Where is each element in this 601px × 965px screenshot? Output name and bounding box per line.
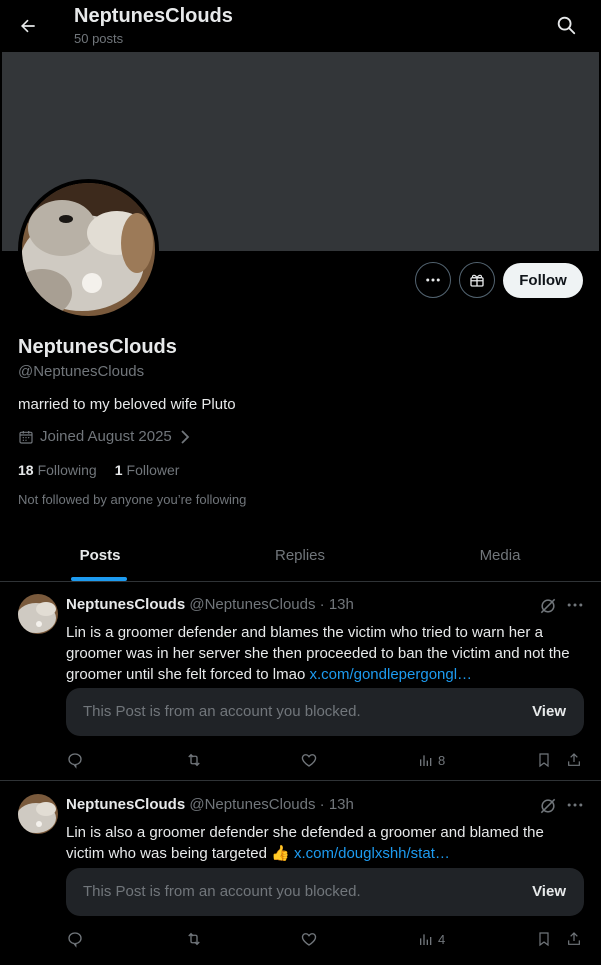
share-icon[interactable] xyxy=(566,929,582,949)
views-stat[interactable]: 4 xyxy=(418,929,445,949)
header-title: NeptunesClouds xyxy=(74,5,233,27)
following-link[interactable]: 18 Following xyxy=(18,462,97,478)
post-actions: 8 xyxy=(66,750,586,770)
profile-bio: married to my beloved wife Pluto xyxy=(18,396,236,413)
back-arrow-icon[interactable] xyxy=(14,12,42,40)
reply-icon[interactable] xyxy=(66,750,84,770)
grok-icon[interactable] xyxy=(538,796,558,816)
like-icon[interactable] xyxy=(300,929,318,949)
repost-icon[interactable] xyxy=(184,750,204,770)
blocked-notice: This Post is from an account you blocked… xyxy=(83,883,361,900)
view-button[interactable]: View xyxy=(532,883,566,900)
tab-media[interactable]: Media xyxy=(400,530,600,581)
post-item[interactable]: NeptunesClouds @NeptunesClouds · 13h Lin… xyxy=(0,582,601,781)
blocked-quote: This Post is from an account you blocked… xyxy=(66,868,584,916)
views-stat[interactable]: 8 xyxy=(418,750,445,770)
post-more-icon[interactable] xyxy=(565,595,585,615)
reply-icon[interactable] xyxy=(66,929,84,949)
bookmark-icon[interactable] xyxy=(536,929,552,949)
subscribe-gift-icon xyxy=(470,274,484,287)
repost-icon[interactable] xyxy=(184,929,204,949)
avatar-photo xyxy=(22,183,155,316)
post-text: Lin is also a groomer defender she defen… xyxy=(66,824,544,862)
view-button[interactable]: View xyxy=(532,703,566,720)
header-post-count: 50 posts xyxy=(74,31,124,46)
calendar-icon xyxy=(19,430,33,444)
active-tab-indicator xyxy=(71,577,127,581)
post-author-handle[interactable]: @NeptunesClouds xyxy=(189,596,315,613)
profile-handle: @NeptunesClouds xyxy=(18,363,145,380)
post-author-name[interactable]: NeptunesClouds xyxy=(66,796,185,813)
post-actions: 4 xyxy=(66,929,586,949)
post-item[interactable]: NeptunesClouds @NeptunesClouds · 13h Lin… xyxy=(0,782,601,965)
blocked-quote: This Post is from an account you blocked… xyxy=(66,688,584,736)
like-icon[interactable] xyxy=(300,750,318,770)
post-link[interactable]: x.com/douglxshh/stat… xyxy=(294,845,450,862)
subscribe-button[interactable] xyxy=(459,262,495,298)
post-time[interactable]: · 13h xyxy=(320,796,354,813)
share-icon[interactable] xyxy=(566,750,582,770)
followers-link[interactable]: 1 Follower xyxy=(115,462,180,478)
tab-replies[interactable]: Replies xyxy=(200,530,400,581)
not-followed-note: Not followed by anyone you’re following xyxy=(18,492,247,507)
profile-tabs: Posts Replies Media xyxy=(0,530,601,582)
bookmark-icon[interactable] xyxy=(536,750,552,770)
views-count: 8 xyxy=(438,752,446,768)
tab-posts[interactable]: Posts xyxy=(0,530,200,581)
views-icon xyxy=(420,755,432,766)
post-header: NeptunesClouds @NeptunesClouds · 13h xyxy=(66,796,354,813)
top-header: NeptunesClouds 50 posts xyxy=(0,0,601,52)
post-author-name[interactable]: NeptunesClouds xyxy=(66,596,185,613)
follow-button[interactable]: Follow xyxy=(503,263,583,298)
views-count: 4 xyxy=(438,931,446,947)
post-more-icon[interactable] xyxy=(565,795,585,815)
profile-avatar[interactable] xyxy=(18,179,159,320)
more-options-button[interactable] xyxy=(415,262,451,298)
post-avatar[interactable] xyxy=(18,794,58,834)
post-link[interactable]: x.com/gondlepergongl… xyxy=(309,666,472,683)
joined-label: Joined August 2025 xyxy=(40,428,172,445)
joined-date[interactable]: Joined August 2025 xyxy=(18,428,192,445)
post-time[interactable]: · 13h xyxy=(320,596,354,613)
post-avatar[interactable] xyxy=(18,594,58,634)
post-text: Lin is a groomer defender and blames the… xyxy=(66,624,570,683)
follow-stats: 18 Following 1 Follower xyxy=(18,462,179,478)
profile-name: NeptunesClouds xyxy=(18,336,177,358)
chevron-right-icon xyxy=(181,429,190,444)
post-header: NeptunesClouds @NeptunesClouds · 13h xyxy=(66,596,354,613)
more-icon xyxy=(426,278,440,282)
blocked-notice: This Post is from an account you blocked… xyxy=(83,703,361,720)
post-author-handle[interactable]: @NeptunesClouds xyxy=(189,796,315,813)
views-icon xyxy=(420,934,432,945)
search-icon[interactable] xyxy=(555,14,579,38)
grok-icon[interactable] xyxy=(538,596,558,616)
